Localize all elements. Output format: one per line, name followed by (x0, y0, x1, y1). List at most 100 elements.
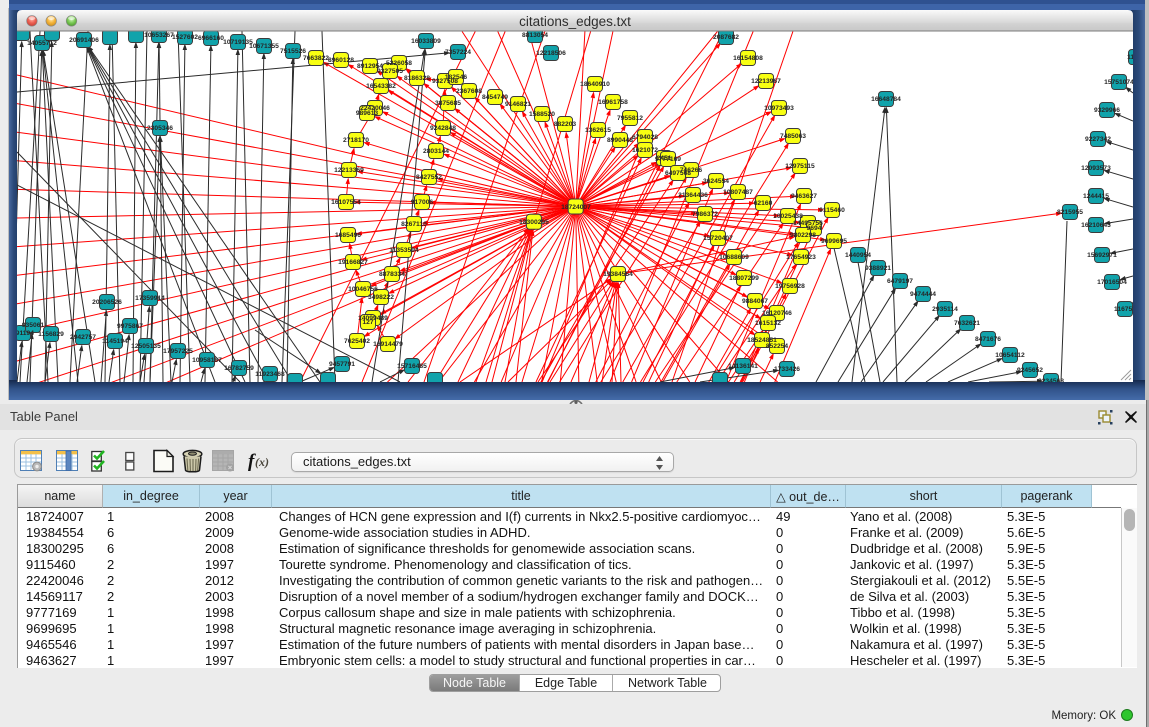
svg-text:1733426: 1733426 (774, 366, 800, 373)
svg-text:8960128: 8960128 (328, 57, 354, 64)
svg-text:2803144: 2803144 (423, 148, 449, 155)
svg-text:7357224: 7357224 (445, 49, 471, 56)
svg-text:8427552: 8427552 (416, 174, 442, 181)
svg-text:17957225: 17957225 (163, 348, 193, 355)
svg-text:8878334: 8878334 (379, 271, 405, 278)
svg-text:8215955: 8215955 (1057, 209, 1083, 216)
svg-text:9115460: 9115460 (819, 207, 845, 214)
svg-text:19384554: 19384554 (603, 271, 633, 278)
svg-text:15720407: 15720407 (703, 235, 733, 242)
svg-text:(x): (x) (255, 455, 269, 469)
svg-text:1145194: 1145194 (102, 338, 128, 345)
svg-text:12975115: 12975115 (785, 163, 815, 170)
svg-text:10046756: 10046756 (348, 286, 378, 293)
svg-text:16154808: 16154808 (733, 55, 763, 62)
svg-text:10025438: 10025438 (773, 213, 803, 220)
svg-text:1362615: 1362615 (585, 127, 611, 134)
svg-text:9802298: 9802298 (790, 232, 816, 239)
svg-text:1156829: 1156829 (38, 331, 64, 338)
svg-text:5226058: 5226058 (386, 60, 412, 67)
svg-text:10671355: 10671355 (249, 43, 279, 50)
svg-text:15716485: 15716485 (397, 363, 427, 370)
svg-text:3624554: 3624554 (703, 178, 729, 185)
svg-text:1244415: 1244415 (1083, 193, 1109, 200)
svg-text:6966160: 6966160 (198, 35, 224, 42)
svg-text:8267110: 8267110 (401, 221, 427, 228)
svg-text:1440954: 1440954 (845, 252, 871, 259)
svg-text:9474444: 9474444 (910, 291, 936, 298)
svg-text:9457791: 9457791 (329, 361, 355, 368)
svg-text:15751074: 15751074 (1104, 79, 1134, 86)
svg-text:16914479: 16914479 (373, 341, 403, 348)
svg-text:16961758: 16961758 (598, 99, 628, 106)
svg-text:2305346: 2305346 (147, 125, 173, 132)
svg-text:10958187: 10958187 (192, 357, 222, 364)
svg-text:17359914: 17359914 (135, 295, 165, 302)
svg-text:citations_edges.txt: citations_edges.txt (519, 14, 631, 29)
svg-text:19756928: 19756928 (775, 283, 805, 290)
svg-text:10807487: 10807487 (723, 189, 753, 196)
svg-text:10654112: 10654112 (995, 352, 1025, 359)
svg-text:8471676: 8471676 (975, 336, 1001, 343)
svg-text:8813054: 8813054 (522, 32, 548, 39)
svg-text:2935114: 2935114 (932, 306, 958, 313)
svg-text:12093573: 12093573 (1081, 165, 1111, 172)
svg-text:1588520: 1588520 (529, 111, 555, 118)
svg-text:6479197: 6479197 (887, 278, 913, 285)
svg-text:12218506: 12218506 (536, 50, 566, 57)
svg-text:12505135: 12505135 (131, 343, 161, 350)
svg-text:2718170: 2718170 (343, 137, 369, 144)
svg-text:16033809: 16033809 (411, 38, 441, 45)
svg-text:10688609: 10688609 (719, 254, 749, 261)
svg-text:127: 127 (362, 319, 373, 326)
svg-text:9329966: 9329966 (1094, 107, 1120, 114)
svg-text:7515526: 7515526 (280, 48, 306, 55)
svg-text:9694: 9694 (807, 225, 822, 232)
svg-text:8990448: 8990448 (607, 137, 633, 144)
svg-text:8186328: 8186328 (404, 75, 430, 82)
svg-text:6497568: 6497568 (665, 170, 691, 177)
svg-text:21364436: 21364436 (678, 192, 708, 199)
svg-text:3498222: 3498222 (368, 294, 394, 301)
svg-text:17654923: 17654923 (786, 254, 816, 261)
svg-text:917006: 917006 (411, 199, 434, 206)
svg-text:14136141: 14136141 (728, 363, 758, 370)
svg-text:116753: 116753 (1114, 306, 1136, 313)
svg-text:2087682: 2087682 (713, 34, 739, 41)
svg-text:9463627: 9463627 (791, 193, 817, 200)
svg-text:18640910: 18640910 (580, 81, 610, 88)
svg-text:3875685: 3875685 (435, 100, 461, 107)
svg-text:9777169: 9777169 (655, 156, 681, 163)
svg-text:935061: 935061 (22, 322, 45, 329)
svg-text:7955812: 7955812 (617, 115, 643, 122)
svg-text:15692971: 15692971 (1087, 252, 1117, 259)
svg-text:1527602: 1527602 (172, 34, 198, 41)
svg-text:9245652: 9245652 (1017, 367, 1043, 374)
svg-text:11353594: 11353594 (389, 247, 419, 254)
svg-text:9227342: 9227342 (1085, 136, 1111, 143)
svg-text:6794028: 6794028 (632, 134, 658, 141)
svg-text:20691406: 20691406 (69, 37, 99, 44)
svg-text:20206526: 20206526 (92, 299, 122, 306)
svg-text:989613: 989613 (356, 110, 379, 117)
svg-text:16782759: 16782759 (224, 365, 254, 372)
svg-text:9242848: 9242848 (430, 125, 456, 132)
svg-text:2942757: 2942757 (70, 334, 96, 341)
svg-text:7625402: 7625402 (344, 338, 370, 345)
svg-text:16210643: 16210643 (1081, 222, 1111, 229)
svg-text:9975867: 9975867 (117, 323, 143, 330)
svg-text:62160: 62160 (754, 200, 773, 207)
svg-text:882203: 882203 (554, 121, 577, 128)
svg-text:18807299: 18807299 (729, 275, 759, 282)
svg-text:1621072: 1621072 (632, 147, 658, 154)
svg-text:1685496: 1685496 (335, 232, 361, 239)
svg-text:852254: 852254 (766, 343, 789, 350)
svg-text:16648784: 16648784 (871, 96, 901, 103)
svg-text:9699695: 9699695 (821, 238, 847, 245)
svg-text:18300295: 18300295 (519, 219, 549, 226)
svg-text:17016504: 17016504 (1097, 279, 1127, 286)
svg-text:12213369: 12213369 (334, 167, 364, 174)
svg-text:9388921: 9388921 (865, 265, 891, 272)
svg-text:19166827: 19166827 (338, 259, 368, 266)
svg-text:16543382: 16543382 (366, 83, 396, 90)
